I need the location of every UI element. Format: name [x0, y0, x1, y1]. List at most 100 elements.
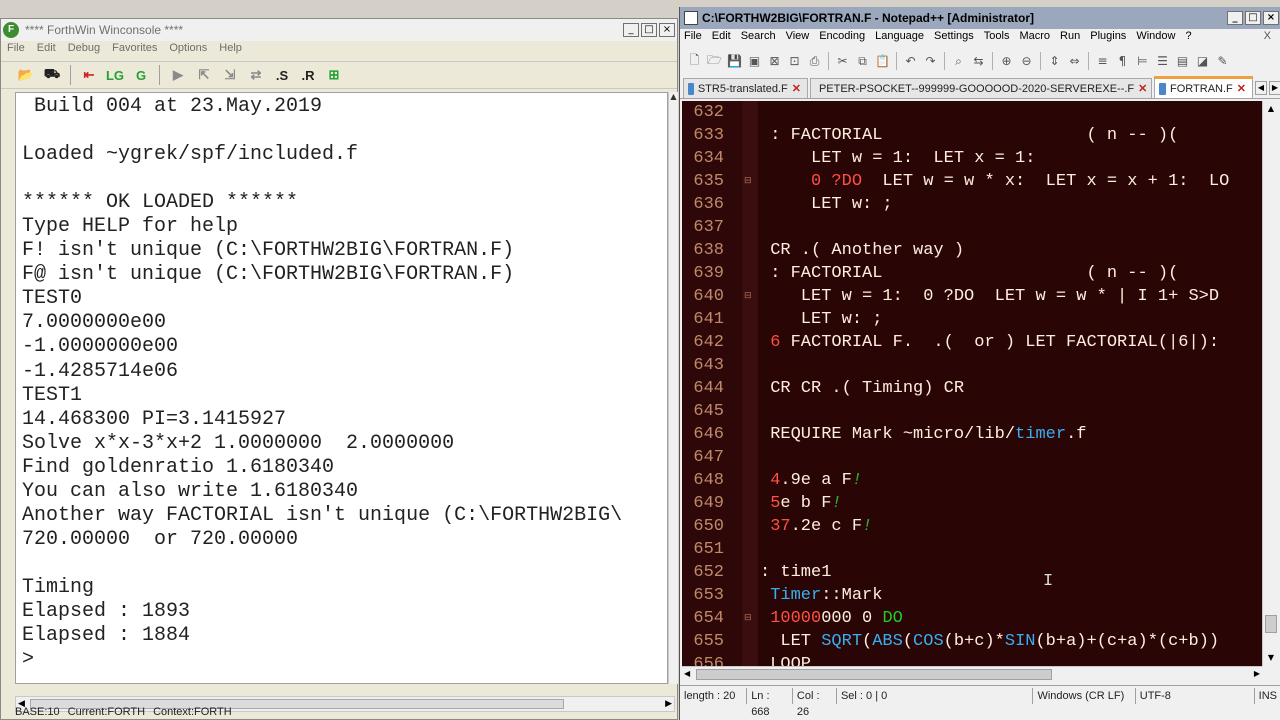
- stack-s-button[interactable]: .S: [271, 65, 293, 85]
- scroll-right-icon[interactable]: ▶: [1254, 667, 1260, 681]
- save-icon[interactable]: 💾: [726, 53, 743, 70]
- fold-toggle-icon[interactable]: [744, 545, 754, 555]
- close-document-button[interactable]: X: [1264, 29, 1277, 47]
- editor-horizontal-scrollbar[interactable]: ◀ ▶: [682, 666, 1262, 681]
- editor-vertical-scrollbar[interactable]: ▲ ▼: [1262, 101, 1279, 666]
- step-over-icon[interactable]: ⇲: [219, 65, 241, 85]
- fold-toggle-icon[interactable]: [744, 154, 754, 164]
- console-vertical-scrollbar[interactable]: ▲: [668, 92, 678, 684]
- save-icon[interactable]: ⛟: [41, 65, 63, 85]
- fold-toggle-icon[interactable]: [744, 453, 754, 463]
- record-macro-icon[interactable]: ✎: [1214, 53, 1231, 70]
- close-tab-icon[interactable]: ✕: [1138, 82, 1147, 95]
- monitoring-icon[interactable]: ◪: [1194, 53, 1211, 70]
- menu-language[interactable]: Language: [875, 29, 930, 47]
- show-all-chars-icon[interactable]: ¶: [1114, 53, 1131, 70]
- scrollbar-thumb[interactable]: [696, 669, 1052, 680]
- fold-toggle-icon[interactable]: [744, 269, 754, 279]
- fold-toggle-icon[interactable]: ⊟: [744, 614, 754, 624]
- scroll-up-icon[interactable]: ▲: [1263, 101, 1279, 117]
- copy-icon[interactable]: ⧉: [854, 53, 871, 70]
- fold-toggle-icon[interactable]: [744, 338, 754, 348]
- fold-toggle-icon[interactable]: [744, 637, 754, 647]
- menu-help[interactable]: ?: [1185, 29, 1197, 47]
- fold-toggle-icon[interactable]: [744, 476, 754, 486]
- fold-toggle-icon[interactable]: [744, 200, 754, 210]
- load-green2-icon[interactable]: G: [130, 65, 152, 85]
- step-out-icon[interactable]: ⇄: [245, 65, 267, 85]
- load-green-icon[interactable]: LG: [104, 65, 126, 85]
- tab-peter-psocket[interactable]: PETER-PSOCKET--999999-GOOOOOD-2020-SERVE…: [809, 78, 1153, 98]
- menu-help[interactable]: Help: [213, 41, 248, 59]
- menu-search[interactable]: Search: [741, 29, 782, 47]
- new-file-icon[interactable]: 🗋: [686, 53, 703, 70]
- menu-encoding[interactable]: Encoding: [819, 29, 871, 47]
- menu-settings[interactable]: Settings: [934, 29, 980, 47]
- notepadpp-titlebar[interactable]: C:\FORTHW2BIG\FORTRAN.F - Notepad++ [Adm…: [680, 7, 1280, 29]
- run-icon[interactable]: ▶: [167, 65, 189, 85]
- fold-toggle-icon[interactable]: [744, 361, 754, 371]
- word-wrap-icon[interactable]: ≡: [1094, 53, 1111, 70]
- menu-options[interactable]: Options: [163, 41, 213, 59]
- maximize-button[interactable]: □: [1245, 11, 1261, 25]
- open-file-icon[interactable]: 🗁: [706, 53, 723, 70]
- minimize-button[interactable]: _: [1227, 11, 1243, 25]
- close-button[interactable]: ×: [1263, 11, 1279, 25]
- tab-fortran[interactable]: FORTRAN.F ✕: [1154, 76, 1253, 98]
- fold-toggle-icon[interactable]: [744, 246, 754, 256]
- fold-toggle-icon[interactable]: [744, 315, 754, 325]
- close-all-icon[interactable]: ⊡: [786, 53, 803, 70]
- fold-toggle-icon[interactable]: [744, 223, 754, 233]
- maximize-button[interactable]: □: [641, 23, 657, 37]
- scroll-down-icon[interactable]: ▼: [1263, 650, 1279, 666]
- paste-icon[interactable]: 📋: [874, 53, 891, 70]
- menu-file[interactable]: File: [684, 29, 708, 47]
- minimize-button[interactable]: _: [623, 23, 639, 37]
- fold-toggle-icon[interactable]: [744, 568, 754, 578]
- cut-icon[interactable]: ✂: [834, 53, 851, 70]
- menu-macro[interactable]: Macro: [1019, 29, 1056, 47]
- fold-toggle-icon[interactable]: [744, 108, 754, 118]
- zoom-in-icon[interactable]: ⊕: [998, 53, 1015, 70]
- open-icon[interactable]: 📂: [15, 65, 37, 85]
- fold-toggle-icon[interactable]: [744, 591, 754, 601]
- scroll-up-icon[interactable]: ▲: [669, 92, 678, 102]
- scroll-left-icon[interactable]: ◀: [684, 667, 690, 681]
- zoom-out-icon[interactable]: ⊖: [1018, 53, 1035, 70]
- close-file-icon[interactable]: ⊠: [766, 53, 783, 70]
- scrollbar-thumb[interactable]: [1265, 615, 1277, 633]
- find-icon[interactable]: ⌕: [950, 53, 967, 70]
- fold-toggle-icon[interactable]: [744, 384, 754, 394]
- folder-workspace-icon[interactable]: ▤: [1174, 53, 1191, 70]
- menu-tools[interactable]: Tools: [984, 29, 1016, 47]
- tab-scroll-left-icon[interactable]: ◀: [1255, 81, 1267, 95]
- menu-run[interactable]: Run: [1060, 29, 1086, 47]
- print-icon[interactable]: ⎙: [806, 53, 823, 70]
- menu-file[interactable]: File: [1, 41, 31, 59]
- indent-guide-icon[interactable]: ⊨: [1134, 53, 1151, 70]
- tab-scroll-right-icon[interactable]: ▶: [1269, 81, 1280, 95]
- menu-edit[interactable]: Edit: [31, 41, 62, 59]
- fold-toggle-icon[interactable]: [744, 499, 754, 509]
- menu-edit[interactable]: Edit: [712, 29, 737, 47]
- fold-toggle-icon[interactable]: [744, 522, 754, 532]
- replace-icon[interactable]: ⇆: [970, 53, 987, 70]
- stack-r-button[interactable]: .R: [297, 65, 319, 85]
- fold-toggle-icon[interactable]: [744, 131, 754, 141]
- save-all-icon[interactable]: ▣: [746, 53, 763, 70]
- close-button[interactable]: ×: [659, 23, 675, 37]
- fold-toggle-icon[interactable]: [744, 430, 754, 440]
- menu-debug[interactable]: Debug: [62, 41, 106, 59]
- fold-toggle-icon[interactable]: ⊟: [744, 177, 754, 187]
- sync-vertical-icon[interactable]: ⇕: [1046, 53, 1063, 70]
- close-tab-icon[interactable]: ✕: [792, 82, 801, 95]
- forthwin-titlebar[interactable]: F **** ForthWin Winconsole **** _ □ ×: [1, 19, 677, 41]
- redo-icon[interactable]: ↷: [922, 53, 939, 70]
- fold-toggle-icon[interactable]: [744, 407, 754, 417]
- undo-icon[interactable]: ↶: [902, 53, 919, 70]
- console-output[interactable]: Build 004 at 23.May.2019 Loaded ~ygrek/sp…: [15, 92, 668, 684]
- function-list-icon[interactable]: ☰: [1154, 53, 1171, 70]
- fold-toggle-icon[interactable]: ⊟: [744, 292, 754, 302]
- sync-horizontal-icon[interactable]: ⇔: [1066, 53, 1083, 70]
- step-into-icon[interactable]: ⇱: [193, 65, 215, 85]
